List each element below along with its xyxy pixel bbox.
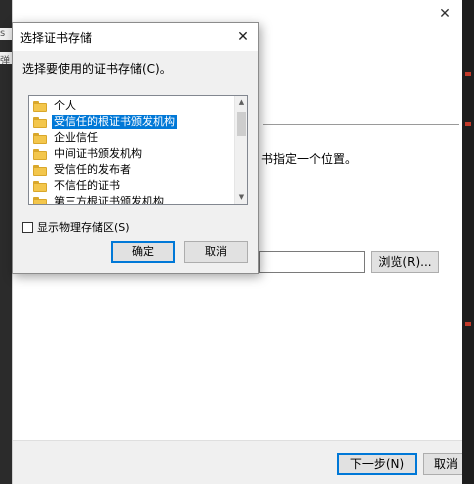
tree-item-third-party-root[interactable]: 第三方根证书颁发机构 xyxy=(33,194,166,205)
scroll-thumb[interactable] xyxy=(237,112,246,136)
left-edge-fragment: s xyxy=(0,28,12,40)
folder-icon xyxy=(33,180,47,192)
edge-marker xyxy=(465,122,471,126)
folder-icon xyxy=(33,196,47,204)
folder-icon xyxy=(33,132,47,144)
edge-marker xyxy=(465,72,471,76)
folder-icon xyxy=(33,164,47,176)
close-icon[interactable]: ✕ xyxy=(437,6,453,22)
tree-item-untrusted[interactable]: 不信任的证书 xyxy=(33,178,122,194)
ok-button[interactable]: 确定 xyxy=(111,241,175,263)
certificate-store-tree[interactable]: 个人 受信任的根证书颁发机构 企业信任 中间证书颁发机构 受信任的发布者 不信任… xyxy=(28,95,248,205)
dialog-titlebar: 选择证书存储 ✕ xyxy=(13,23,258,51)
folder-icon xyxy=(33,100,47,112)
left-screen-edge: s 弹 xyxy=(0,0,12,484)
tree-scrollbar[interactable]: ▲ ▼ xyxy=(234,96,247,204)
tree-item-label: 企业信任 xyxy=(54,131,98,144)
tree-item-label: 受信任的根证书颁发机构 xyxy=(52,115,177,129)
tree-item-intermediate-ca[interactable]: 中间证书颁发机构 xyxy=(33,146,144,162)
cancel-button[interactable]: 取消 xyxy=(184,241,248,263)
wizard-instruction-text: 书指定一个位置。 xyxy=(261,152,358,166)
wizard-divider xyxy=(263,124,459,125)
folder-icon xyxy=(33,116,47,128)
certificate-store-field[interactable] xyxy=(259,251,365,273)
tree-item-enterprise-trust[interactable]: 企业信任 xyxy=(33,130,100,146)
dialog-prompt: 选择要使用的证书存储(C)。 xyxy=(22,62,172,76)
tree-item-label: 受信任的发布者 xyxy=(54,163,131,176)
dialog-title: 选择证书存储 xyxy=(20,31,93,45)
tree-item-label: 中间证书颁发机构 xyxy=(54,147,142,160)
scroll-up-arrow-icon[interactable]: ▲ xyxy=(235,96,247,109)
show-physical-stores-checkbox[interactable] xyxy=(22,221,33,233)
edge-marker xyxy=(465,322,471,326)
show-physical-stores-option[interactable]: 显示物理存储区(S) xyxy=(22,219,130,235)
close-icon[interactable]: ✕ xyxy=(234,28,252,46)
tree-item-trusted-root[interactable]: 受信任的根证书颁发机构 xyxy=(33,114,177,130)
show-physical-stores-label: 显示物理存储区(S) xyxy=(37,221,130,234)
right-screen-edge xyxy=(462,0,474,484)
tree-item-label: 不信任的证书 xyxy=(54,179,120,192)
folder-icon xyxy=(33,148,47,160)
left-edge-fragment: 弹 xyxy=(0,52,12,64)
tree-item-label: 个人 xyxy=(54,99,76,112)
tree-item-personal[interactable]: 个人 xyxy=(33,98,78,114)
next-button[interactable]: 下一步(N) xyxy=(337,453,417,475)
tree-item-label: 第三方根证书颁发机构 xyxy=(54,195,164,205)
scroll-down-arrow-icon[interactable]: ▼ xyxy=(235,191,247,204)
tree-item-trusted-publishers[interactable]: 受信任的发布者 xyxy=(33,162,133,178)
select-certificate-store-dialog: 选择证书存储 ✕ 选择要使用的证书存储(C)。 个人 受信任的根证书颁发机构 企… xyxy=(12,22,259,274)
browse-button[interactable]: 浏览(R)... xyxy=(371,251,439,273)
